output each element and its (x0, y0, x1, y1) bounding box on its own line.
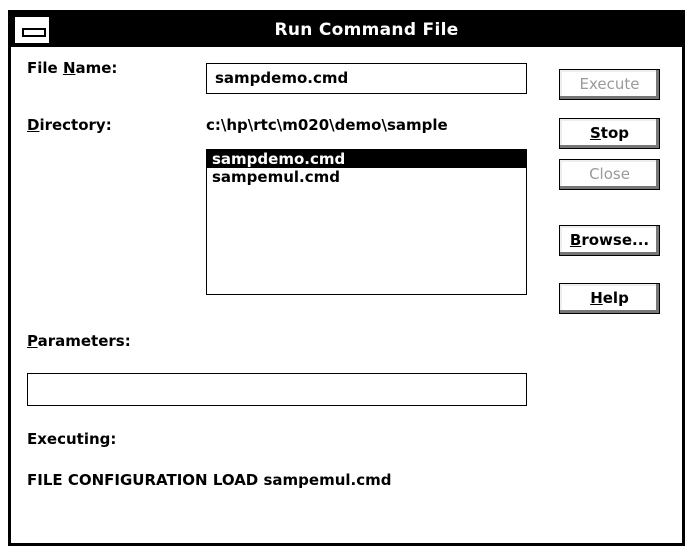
close-button[interactable]: Close (559, 159, 660, 190)
executing-command: FILE CONFIGURATION LOAD sampemul.cmd (27, 471, 392, 489)
list-item-sampdemo[interactable]: sampdemo.cmd (207, 150, 526, 168)
browse-button[interactable]: Browse... (559, 225, 660, 256)
file-name-input[interactable]: sampdemo.cmd (206, 63, 527, 94)
stop-button[interactable]: Stop (559, 118, 660, 149)
window-title: Run Command File (274, 20, 459, 40)
parameters-label: Parameters: (27, 332, 131, 350)
directory-label: Directory: (27, 116, 112, 134)
title-bar: Run Command File (11, 13, 682, 47)
list-item-sampemul[interactable]: sampemul.cmd (207, 168, 526, 186)
directory-path: c:\hp\rtc\m020\demo\sample (206, 116, 448, 134)
help-button[interactable]: Help (559, 283, 660, 314)
system-menu-icon[interactable] (14, 16, 50, 44)
file-name-label: File Name: (27, 59, 118, 77)
parameters-input[interactable] (27, 373, 527, 406)
execute-button[interactable]: Execute (559, 69, 660, 100)
executing-label: Executing: (27, 430, 117, 448)
file-listbox[interactable]: sampdemo.cmd sampemul.cmd (206, 149, 527, 295)
run-command-file-dialog: Run Command File File Name: sampdemo.cmd… (8, 10, 685, 546)
